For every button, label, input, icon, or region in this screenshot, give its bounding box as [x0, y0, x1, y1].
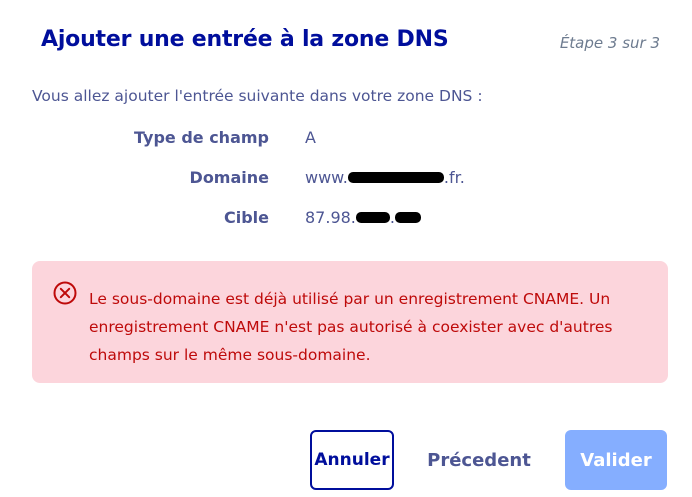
dialog-title: Ajouter une entrée à la zone DNS	[41, 27, 449, 52]
field-value-target: 87.98. .	[305, 208, 421, 227]
step-indicator: Étape 3 sur 3	[559, 34, 660, 52]
field-value-domain: www. .fr.	[305, 168, 465, 187]
field-row-type: Type de champ A	[0, 128, 692, 150]
field-label-domain: Domaine	[189, 168, 269, 187]
domain-suffix: .fr.	[443, 168, 465, 187]
intro-text: Vous allez ajouter l'entrée suivante dan…	[32, 87, 483, 105]
cancel-button[interactable]: Annuler	[310, 430, 394, 490]
field-label-target: Cible	[223, 208, 269, 227]
redaction-mark	[355, 212, 390, 223]
field-label-type: Type de champ	[134, 128, 269, 147]
target-prefix: 87.98.	[305, 208, 356, 227]
field-row-target: Cible 87.98. .	[0, 208, 692, 230]
field-row-domain: Domaine www. .fr.	[0, 168, 692, 190]
dns-entry-dialog: Ajouter une entrée à la zone DNS Étape 3…	[0, 0, 692, 497]
error-circle-x-icon	[53, 281, 77, 305]
redaction-mark	[347, 172, 444, 183]
domain-prefix: www.	[305, 168, 348, 187]
error-message: Le sous-domaine est déjà utilisé par un …	[89, 290, 613, 364]
redaction-mark	[394, 212, 421, 223]
error-alert: Le sous-domaine est déjà utilisé par un …	[32, 261, 668, 383]
validate-button[interactable]: Valider	[565, 430, 667, 490]
previous-button[interactable]: Précedent	[423, 430, 535, 490]
field-value-type: A	[305, 128, 316, 147]
